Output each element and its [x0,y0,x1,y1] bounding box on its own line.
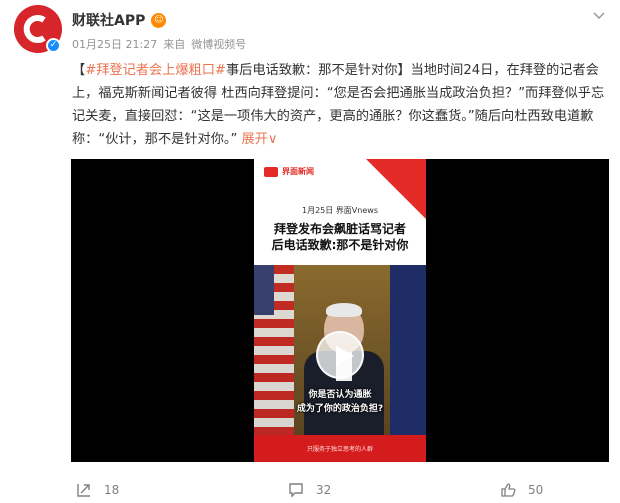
video-scene: 你是否认为通胀 成为了你的政治负担? [254,265,426,435]
video-footer-text: 只服务于独立思考的人群 [306,446,373,453]
video-dateline: 1月25日 界面Vnews [302,206,378,215]
like-button[interactable]: 50 [500,482,543,498]
expand-link[interactable]: 展开∨ [242,132,278,147]
like-count: 50 [528,483,544,497]
video-source: 界面新闻 [264,166,314,177]
repost-button[interactable]: 18 [76,482,119,498]
username[interactable]: 财联社APP [72,10,145,30]
comment-icon [289,483,303,498]
video-headline-line-2: 后电话致歉:那不是针对你 [271,238,409,252]
source-prefix: 来自 [163,38,186,51]
thumbs-up-icon [501,483,516,497]
verified-badge-icon: ✓ [46,38,61,53]
action-bar: 18 32 50 [0,478,620,503]
vip-badge-icon[interactable]: ☺ [151,12,167,28]
expand-label: 展开 [241,132,268,147]
video-subtitle-line-2: 成为了你的政治负担? [296,404,384,414]
repost-icon [77,484,90,497]
video-headline: 拜登发布会飙脏话骂记者 后电话致歉:那不是针对你 [254,221,426,253]
source-link[interactable]: 微博视频号 [191,36,246,52]
video-player[interactable]: 界面新闻 1月25日 界面Vnews 拜登发布会飙脏话骂记者 后电话致歉:那不是… [71,159,609,462]
post-body: 【#拜登记者会上爆粗口#事后电话致歉：那不是针对你】当地时间24日，在拜登的记者… [72,59,607,151]
comment-button[interactable]: 32 [288,482,331,498]
video-frame: 界面新闻 1月25日 界面Vnews 拜登发布会飙脏话骂记者 后电话致歉:那不是… [254,159,426,462]
author-row: 财联社APP ☺ [72,10,167,30]
video-source-label: 界面新闻 [282,167,314,176]
jiemian-logo-icon [264,166,278,177]
play-button-icon[interactable] [316,331,364,379]
video-footer: 只服务于独立思考的人群 [254,435,426,462]
topic-link[interactable]: #拜登记者会上爆粗口# [85,63,226,78]
chevron-down-icon[interactable] [592,8,606,22]
video-headline-line-1: 拜登发布会飙脏话骂记者 [273,222,406,236]
video-subtitle-line-1: 你是否认为通胀 [308,390,372,400]
comment-count: 32 [316,483,332,497]
chevron-down-icon: ∨ [267,132,278,147]
repost-count: 18 [104,483,120,497]
open-bracket: 【 [72,63,86,78]
post-timestamp[interactable]: 01月25日 21:27 [72,36,157,52]
post-meta: 01月25日 21:27 来自 微博视频号 [72,36,246,52]
